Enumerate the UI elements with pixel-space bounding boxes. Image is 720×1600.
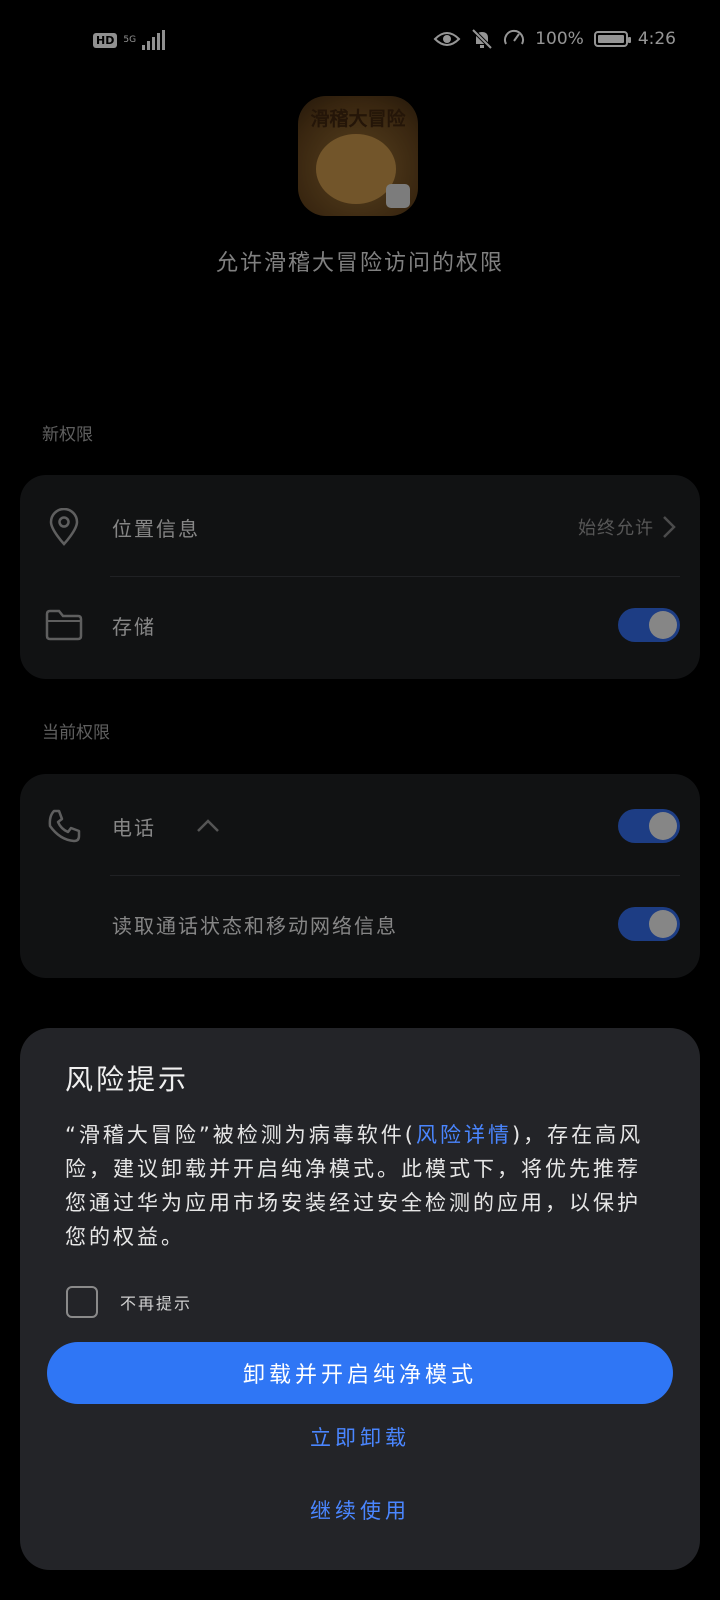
dont-show-again-row[interactable]: 不再提示 bbox=[66, 1286, 192, 1318]
dont-show-again-label: 不再提示 bbox=[120, 1294, 193, 1313]
dialog-message-prefix: “滑稽大冒险”被检测为病毒软件( bbox=[65, 1123, 416, 1147]
risk-dialog: 风险提示 “滑稽大冒险”被检测为病毒软件(风险详情)，存在高风险，建议卸载并开启… bbox=[20, 1028, 700, 1570]
dialog-title: 风险提示 bbox=[65, 1063, 190, 1096]
uninstall-and-pure-mode-button[interactable]: 卸载并开启纯净模式 bbox=[47, 1342, 673, 1404]
continue-using-button[interactable]: 继续使用 bbox=[20, 1495, 700, 1525]
uninstall-now-button[interactable]: 立即卸载 bbox=[20, 1422, 700, 1452]
dialog-message: “滑稽大冒险”被检测为病毒软件(风险详情)，存在高风险，建议卸载并开启纯净模式。… bbox=[65, 1118, 655, 1254]
risk-details-link[interactable]: 风险详情 bbox=[416, 1123, 512, 1147]
dont-show-again-checkbox[interactable] bbox=[66, 1286, 98, 1318]
